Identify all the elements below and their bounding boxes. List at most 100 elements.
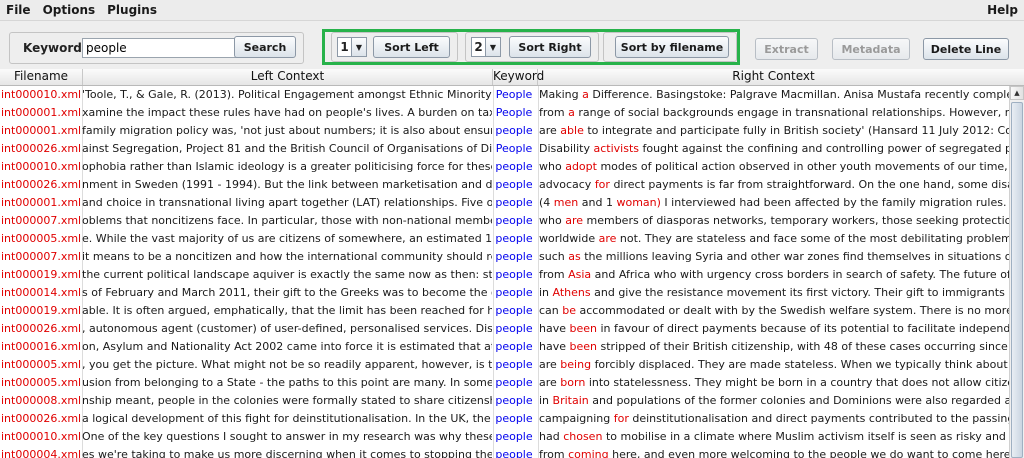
menu-help[interactable]: Help — [981, 3, 1024, 17]
right-context-cell: campaigning for deinstitutionalisation a… — [539, 412, 1009, 425]
right-context-cell: in Britain and populations of the former… — [539, 394, 1009, 407]
sort-right-level-select[interactable]: 2 ▼ — [471, 37, 501, 57]
column-header-right-context[interactable]: Right Context — [538, 69, 1009, 85]
scroll-up-arrow-icon[interactable]: ▲ — [1010, 86, 1024, 100]
table-row[interactable]: int000008.xml nship meant, people in the … — [0, 392, 1009, 410]
filename-cell: int000026.xml — [1, 412, 82, 425]
left-context-cell: nment in Sweden (1991 - 1994). But the l… — [82, 178, 492, 191]
sort-left-level-select[interactable]: 1 ▼ — [337, 37, 367, 57]
keyword-cell: people — [495, 232, 533, 245]
filename-cell: int000016.xml — [1, 340, 82, 353]
table-row[interactable]: int000010.xml ophobia rather than Islamic… — [0, 158, 1009, 176]
filename-cell: int000019.xml — [1, 268, 82, 281]
keyword-cell: people — [495, 448, 533, 458]
left-context-cell: , you get the picture. What might not be… — [82, 358, 492, 371]
table-row[interactable]: int000026.xml nment in Sweden (1991 - 199… — [0, 176, 1009, 194]
table-row[interactable]: int000005.xml e. While the vast majority … — [0, 230, 1009, 248]
left-context-cell: the current political landscape aquiver … — [82, 268, 492, 281]
menu-file[interactable]: File — [0, 3, 37, 17]
keyword-cell: people — [495, 160, 533, 173]
search-button[interactable]: Search — [234, 36, 296, 58]
keyword-cell: people — [495, 412, 533, 425]
column-header-filename[interactable]: Filename — [0, 69, 83, 85]
table-row[interactable]: int000016.xml on, Asylum and Nationality … — [0, 338, 1009, 356]
keyword-cell: people — [495, 250, 533, 263]
keyword-cell: people — [495, 196, 533, 209]
left-context-cell: on, Asylum and Nationality Act 2002 came… — [82, 340, 492, 353]
filename-cell: int000001.xml — [1, 124, 82, 137]
filename-cell: int000007.xml — [1, 250, 82, 263]
filename-cell: int000004.xml — [1, 448, 82, 458]
extract-button[interactable]: Extract — [755, 38, 818, 60]
keyword-cell: people — [495, 340, 533, 353]
table-body: int000010.xml 'Toole, T., & Gale, R. (201… — [0, 86, 1009, 458]
table-row[interactable]: int000026.xml ainst Segregation, Project … — [0, 140, 1009, 158]
keyword-input[interactable] — [82, 38, 240, 58]
table-row[interactable]: int000007.xml oblems that noncitizens fac… — [0, 212, 1009, 230]
keyword-cell: people — [495, 430, 533, 443]
sort-right-group: 2 ▼ Sort Right — [465, 32, 599, 62]
right-context-cell: advocacy for direct payments is far from… — [539, 178, 1009, 191]
keyword-cell: people — [495, 124, 533, 137]
left-context-cell: it means to be a noncitizen and how the … — [82, 250, 492, 263]
filename-cell: int000014.xml — [1, 286, 82, 299]
delete-line-button[interactable]: Delete Line — [923, 38, 1009, 60]
sort-right-level-value: 2 — [474, 40, 483, 54]
filename-cell: int000008.xml — [1, 394, 82, 407]
table-row[interactable]: int000001.xml and choice in transnational… — [0, 194, 1009, 212]
keyword-cell: People — [495, 142, 533, 155]
sort-left-button[interactable]: Sort Left — [373, 36, 450, 58]
table-row[interactable]: int000001.xml xamine the impact these rul… — [0, 104, 1009, 122]
filename-cell: int000001.xml — [1, 106, 82, 119]
keyword-label: Keyword — [23, 41, 82, 55]
chevron-down-icon: ▼ — [485, 38, 500, 56]
table-row[interactable]: int000005.xml usion from belonging to a S… — [0, 374, 1009, 392]
table-row[interactable]: int000014.xml s of February and March 201… — [0, 284, 1009, 302]
keyword-search-panel: Keyword Search — [9, 32, 304, 64]
toolbar: Keyword Search 1 ▼ Sort Left 2 ▼ Sort Ri… — [0, 21, 1024, 69]
menu-plugins[interactable]: Plugins — [101, 3, 163, 17]
scrollbar-thumb[interactable] — [1011, 102, 1023, 458]
menu-options[interactable]: Options — [37, 3, 102, 17]
right-context-cell: who adopt modes of political action obse… — [539, 160, 1008, 173]
right-context-cell: have been stripped of their British citi… — [539, 340, 1008, 353]
right-context-cell: such as the millions leaving Syria and o… — [539, 250, 1009, 263]
right-context-cell: are being forcibly displaced. They are m… — [539, 358, 1008, 371]
right-context-cell: from coming here, and even more welcomin… — [539, 448, 1009, 458]
table-row[interactable]: int000001.xml family migration policy was… — [0, 122, 1009, 140]
keyword-cell: People — [495, 88, 533, 101]
table-row[interactable]: int000010.xml One of the key questions I … — [0, 428, 1009, 446]
column-header-keyword[interactable]: Keyword — [493, 69, 544, 85]
filename-cell: int000010.xml — [1, 160, 82, 173]
chevron-down-icon: ▼ — [351, 38, 366, 56]
metadata-button[interactable]: Metadata — [832, 38, 910, 60]
filename-cell: int000026.xml — [1, 178, 82, 191]
sort-filename-group: Sort by filename — [603, 32, 737, 62]
filename-cell: int000010.xml — [1, 430, 82, 443]
sort-by-filename-button[interactable]: Sort by filename — [615, 36, 729, 58]
sort-right-button[interactable]: Sort Right — [509, 36, 591, 58]
left-context-cell: able. It is often argued, emphatically, … — [82, 304, 492, 317]
table-row[interactable]: int000007.xml it means to be a noncitizen… — [0, 248, 1009, 266]
left-context-cell: nship meant, people in the colonies were… — [82, 394, 492, 407]
table-row[interactable]: int000019.xml the current political lands… — [0, 266, 1009, 284]
keyword-cell: people — [495, 322, 533, 335]
right-context-cell: can be accommodated or dealt with by the… — [539, 304, 1009, 317]
left-context-cell: and choice in transnational living apart… — [82, 196, 492, 209]
table-row[interactable]: int000026.xml, autonomous agent (custome… — [0, 320, 1009, 338]
left-context-cell: ophobia rather than Islamic ideology is … — [82, 160, 492, 173]
keyword-cell: People — [495, 106, 533, 119]
table-row[interactable]: int000010.xml 'Toole, T., & Gale, R. (201… — [0, 86, 1009, 104]
left-context-cell: 'Toole, T., & Gale, R. (2013). Political… — [82, 88, 492, 101]
filename-cell: int000005.xml — [1, 358, 82, 371]
column-header-left-context[interactable]: Left Context — [83, 69, 493, 85]
table-row[interactable]: int000026.xml a logical development of th… — [0, 410, 1009, 428]
vertical-scrollbar[interactable]: ▲ — [1009, 86, 1024, 458]
table-row[interactable]: int000019.xml able. It is often argued, e… — [0, 302, 1009, 320]
filename-cell: int000010.xml — [1, 88, 82, 101]
left-context-cell: xamine the impact these rules have had o… — [82, 106, 492, 119]
table-row[interactable]: int000005.xml, you get the picture. What… — [0, 356, 1009, 374]
table-row[interactable]: int000004.xml es we're taking to make us … — [0, 446, 1009, 458]
menu-bar: File Options Plugins Help — [0, 0, 1024, 21]
filename-cell: int000019.xml — [1, 304, 82, 317]
